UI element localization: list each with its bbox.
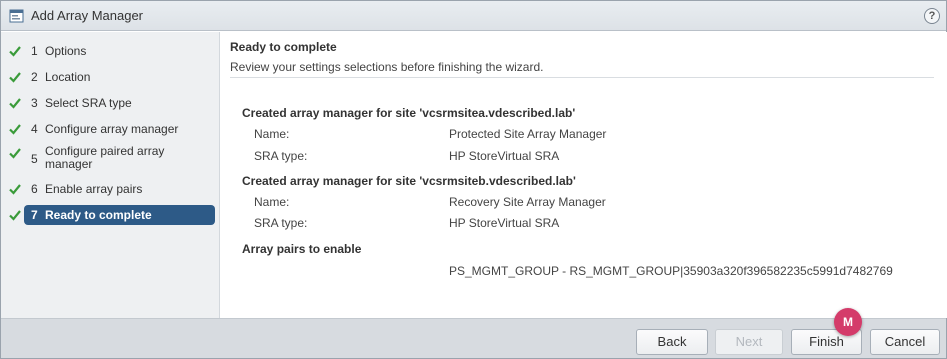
section-title-site-a: Created array manager for site 'vcsrmsit… xyxy=(242,106,576,120)
step-label-line2: manager xyxy=(45,157,93,171)
content-header: Ready to complete Review your settings s… xyxy=(230,40,934,78)
page-subtitle: Review your settings selections before f… xyxy=(230,60,544,74)
dialog-title: Add Array Manager xyxy=(31,8,144,23)
wizard-content: Ready to complete Review your settings s… xyxy=(221,32,947,318)
next-button[interactable]: Next xyxy=(715,329,783,355)
step-location[interactable]: 2 Location xyxy=(1,69,220,85)
name-value: Protected Site Array Manager xyxy=(449,127,607,141)
name-label: Name: xyxy=(254,195,290,209)
step-number: 7 xyxy=(31,208,38,222)
step-number: 2 xyxy=(31,70,38,84)
checkmark-icon xyxy=(8,182,22,196)
step-ready-to-complete[interactable]: 7 Ready to complete xyxy=(1,205,220,225)
help-icon[interactable]: ? xyxy=(924,8,940,24)
step-number: 4 xyxy=(31,122,38,136)
checkmark-icon xyxy=(8,44,22,58)
cursor-marker-badge: M xyxy=(834,308,862,336)
section-title-site-b: Created array manager for site 'vcsrmsit… xyxy=(242,174,576,188)
checkmark-icon xyxy=(8,122,22,136)
step-label: Enable array pairs xyxy=(45,181,143,196)
name-label: Name: xyxy=(254,127,290,141)
step-label: Location xyxy=(45,69,91,84)
back-button[interactable]: Back xyxy=(636,329,708,355)
step-number: 5 xyxy=(31,152,38,166)
title-bar: Add Array Manager ? xyxy=(1,1,946,31)
sra-type-value: HP StoreVirtual SRA xyxy=(449,149,560,163)
checkmark-icon xyxy=(8,70,22,84)
add-array-manager-dialog: Add Array Manager ? 1 Options 2 Location… xyxy=(0,0,947,359)
step-label: Options xyxy=(45,43,87,58)
sra-type-label: SRA type: xyxy=(254,216,308,230)
step-label: Select SRA type xyxy=(45,95,132,110)
page-title: Ready to complete xyxy=(230,40,337,54)
step-number: 6 xyxy=(31,182,38,196)
step-number: 3 xyxy=(31,96,38,110)
wizard-footer: Back Next Finish Cancel xyxy=(1,318,946,358)
sra-type-value: HP StoreVirtual SRA xyxy=(449,216,560,230)
cancel-button[interactable]: Cancel xyxy=(870,329,940,355)
step-configure-array-manager[interactable]: 4 Configure array manager xyxy=(1,121,220,137)
step-options[interactable]: 1 Options xyxy=(1,43,220,59)
step-label: Configure array manager xyxy=(45,121,179,136)
step-number: 1 xyxy=(31,44,38,58)
step-select-sra-type[interactable]: 3 Select SRA type xyxy=(1,95,220,111)
checkmark-icon xyxy=(8,146,22,160)
wizard-steps-sidebar: 1 Options 2 Location 3 Select SRA type 4… xyxy=(1,32,220,318)
name-value: Recovery Site Array Manager xyxy=(449,195,606,209)
checkmark-icon xyxy=(8,96,22,110)
step-configure-paired-array-manager[interactable]: 5 Configure paired array manager xyxy=(1,144,220,174)
section-title-array-pairs: Array pairs to enable xyxy=(242,242,362,256)
wizard-window-icon xyxy=(9,8,25,24)
sra-type-label: SRA type: xyxy=(254,149,308,163)
checkmark-icon xyxy=(8,208,22,222)
step-label: Ready to complete xyxy=(45,207,152,222)
array-pair-value: PS_MGMT_GROUP - RS_MGMT_GROUP|35903a320f… xyxy=(449,264,893,278)
step-enable-array-pairs[interactable]: 6 Enable array pairs xyxy=(1,181,220,197)
